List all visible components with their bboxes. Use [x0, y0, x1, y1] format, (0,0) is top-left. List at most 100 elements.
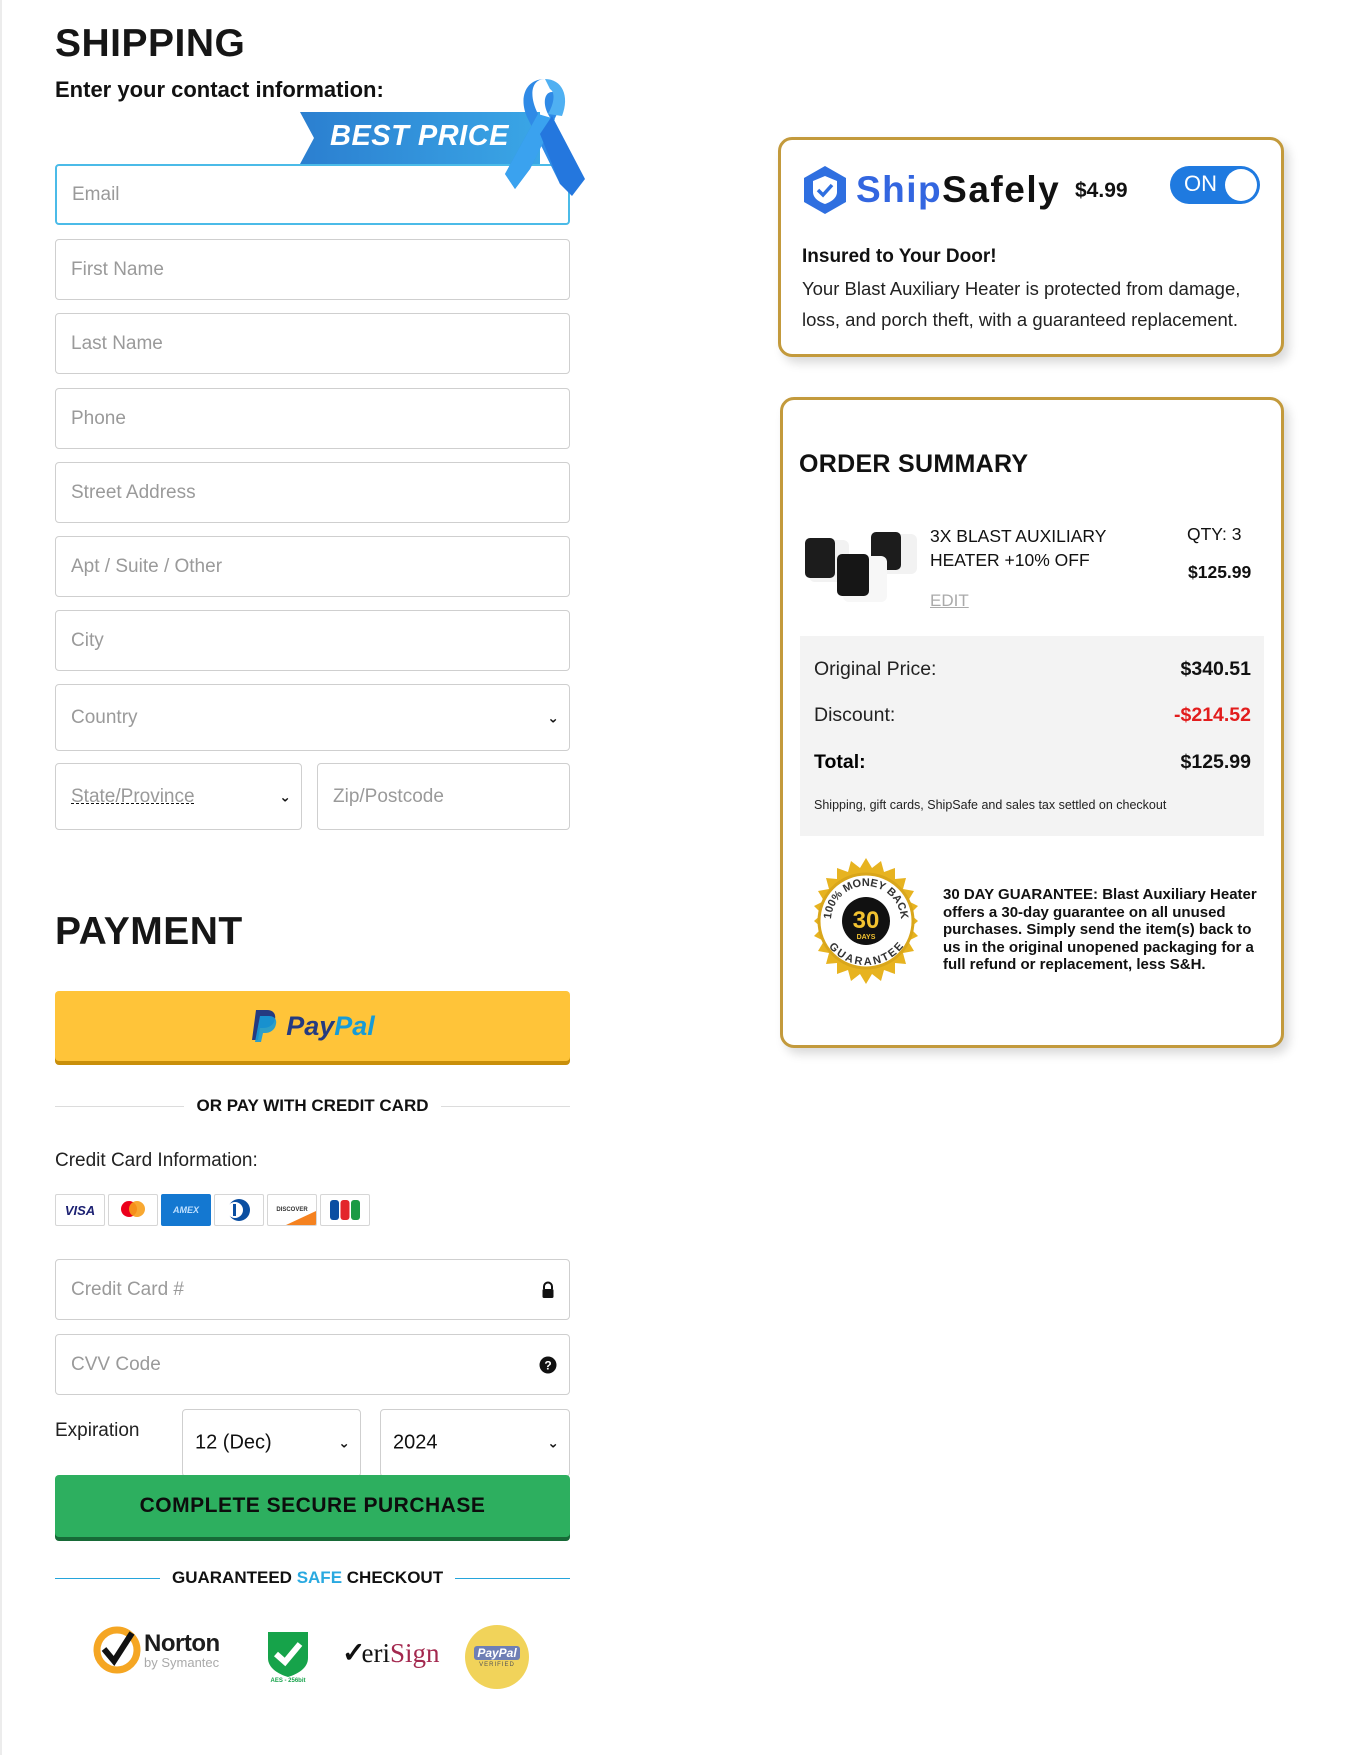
paypal-pay: Pay — [286, 1010, 335, 1041]
jcb-icon — [320, 1194, 370, 1226]
country-placeholder: Country — [71, 706, 138, 728]
contact-subtitle: Enter your contact information: — [55, 77, 384, 102]
product-image — [805, 532, 917, 602]
shipsafe-safely: Safely — [942, 169, 1061, 210]
state-select[interactable]: State/Province ⌄ — [55, 763, 302, 830]
first-name-field[interactable]: First Name — [55, 239, 570, 300]
email-field[interactable]: Email — [55, 164, 570, 225]
complete-purchase-button[interactable]: COMPLETE SECURE PURCHASE — [55, 1475, 570, 1537]
total-value: $125.99 — [1180, 751, 1252, 773]
credit-card-placeholder: Credit Card # — [71, 1278, 184, 1300]
amex-icon: AMEX — [161, 1194, 211, 1226]
diners-club-icon — [214, 1194, 264, 1226]
visa-icon: VISA — [55, 1194, 105, 1226]
help-icon[interactable]: ? — [539, 1356, 557, 1374]
awareness-ribbon-icon — [505, 79, 585, 196]
divider-line — [455, 1577, 570, 1579]
shipsafe-wordmark: ShipSafely — [856, 169, 1060, 211]
phone-field[interactable]: Phone — [55, 388, 570, 449]
email-placeholder: Email — [72, 183, 120, 205]
exp-month-value: 12 (Dec) — [195, 1431, 272, 1454]
city-placeholder: City — [71, 629, 104, 651]
shipsafe-heading: Insured to Your Door! — [802, 246, 997, 267]
paypal-logo-icon — [252, 1010, 277, 1042]
credit-card-number-field[interactable]: Credit Card # — [55, 1259, 570, 1320]
safe-checkout-post: CHECKOUT — [346, 1568, 444, 1587]
chevron-down-icon: ⌄ — [547, 709, 559, 725]
street-address-placeholder: Street Address — [71, 481, 196, 503]
paypal-wordmark: PayPal — [286, 1011, 375, 1042]
shield-check-icon — [268, 1632, 308, 1677]
city-field[interactable]: City — [55, 610, 570, 671]
zip-placeholder: Zip/Postcode — [333, 785, 444, 807]
shipsafe-price: $4.99 — [1075, 179, 1128, 202]
totals-panel: Original Price: $340.51 Discount: -$214.… — [800, 636, 1264, 836]
toggle-knob — [1225, 169, 1257, 201]
svg-text:?: ? — [544, 1358, 551, 1372]
apt-suite-field[interactable]: Apt / Suite / Other — [55, 536, 570, 597]
last-name-placeholder: Last Name — [71, 332, 163, 354]
first-name-placeholder: First Name — [71, 258, 164, 280]
discount-row: Discount: -$214.52 — [814, 704, 1251, 727]
credit-card-divider: OR PAY WITH CREDIT CARD — [55, 1096, 571, 1116]
safe-checkout-safe: SAFE — [296, 1568, 343, 1587]
toggle-label: ON — [1184, 171, 1217, 196]
norton-text: Norton — [144, 1629, 220, 1657]
divider-line — [55, 1105, 185, 1107]
expiration-label: Expiration — [55, 1420, 140, 1441]
norton-badge: Norton by Symantec — [92, 1625, 220, 1675]
exp-year-select[interactable]: 2024 ⌄ — [380, 1409, 570, 1477]
aes-badge: AES - 256bit — [266, 1628, 310, 1684]
paypal-pal: Pal — [334, 1010, 375, 1041]
safe-checkout-divider: GUARANTEED SAFE CHECKOUT — [55, 1568, 570, 1588]
verisign-text: eriSign — [361, 1637, 440, 1668]
seal-days-label: DAYS — [857, 934, 876, 941]
paypal-verified-subtext: VERIFIED — [479, 1662, 515, 1668]
shipsafe-card: ShipSafely $4.99 ON Insured to Your Door… — [778, 137, 1284, 357]
original-price-row: Original Price: $340.51 — [814, 658, 1251, 681]
seal-days: 30 — [853, 907, 880, 934]
apt-suite-placeholder: Apt / Suite / Other — [71, 555, 223, 577]
chevron-down-icon: ⌄ — [338, 1434, 350, 1451]
best-price-text: BEST PRICE — [330, 120, 510, 152]
discount-label: Discount: — [814, 704, 896, 726]
paypal-button[interactable]: PayPal — [55, 991, 570, 1061]
total-label: Total: — [814, 751, 866, 773]
country-select[interactable]: Country ⌄ — [55, 684, 570, 751]
divider-line — [55, 1577, 160, 1579]
exp-month-select[interactable]: 12 (Dec) ⌄ — [182, 1409, 361, 1477]
shipsafe-logo: ShipSafely — [802, 165, 1060, 215]
discover-icon: DISCOVER — [267, 1194, 317, 1226]
total-row: Total: $125.99 — [814, 751, 1251, 774]
card-brand-list: VISA AMEX DISCOVER — [55, 1194, 370, 1226]
guarantee-text: 30 DAY GUARANTEE: Blast Auxiliary Heater… — [943, 886, 1257, 973]
street-address-field[interactable]: Street Address — [55, 462, 570, 523]
checkout-fine-print: Shipping, gift cards, ShipSafe and sales… — [814, 798, 1167, 812]
shield-check-icon — [804, 166, 846, 214]
zip-field[interactable]: Zip/Postcode — [317, 763, 570, 830]
aes-text: AES - 256bit — [270, 1678, 306, 1684]
product-price: $125.99 — [1188, 562, 1252, 582]
order-summary-card: ORDER SUMMARY 3X BLAST AUXILIARY HEATER … — [780, 397, 1284, 1048]
page-edge — [0, 0, 2, 1755]
divider-line — [440, 1105, 571, 1107]
paypal-verified-text: PayPal — [474, 1646, 520, 1660]
chevron-down-icon: ⌄ — [547, 1434, 559, 1451]
safe-checkout-pre: GUARANTEED — [172, 1568, 292, 1587]
norton-subtext: by Symantec — [144, 1654, 220, 1670]
mastercard-icon — [108, 1194, 158, 1226]
discount-value: -$214.52 — [1174, 704, 1251, 726]
shipping-title: SHIPPING — [55, 22, 246, 65]
product-qty: QTY: 3 — [1187, 524, 1242, 544]
shipsafe-toggle[interactable]: ON — [1170, 166, 1260, 204]
exp-year-value: 2024 — [393, 1431, 438, 1454]
order-summary-title: ORDER SUMMARY — [799, 450, 1029, 478]
norton-check-icon — [93, 1626, 141, 1674]
cvv-field[interactable]: CVV Code ? — [55, 1334, 570, 1395]
product-name: 3X BLAST AUXILIARY HEATER +10% OFF — [930, 526, 1107, 570]
edit-link[interactable]: EDIT — [930, 591, 969, 611]
payment-title: PAYMENT — [55, 910, 243, 953]
shipsafe-ship: Ship — [856, 169, 943, 210]
last-name-field[interactable]: Last Name — [55, 313, 570, 374]
credit-card-info-label: Credit Card Information: — [55, 1150, 258, 1171]
